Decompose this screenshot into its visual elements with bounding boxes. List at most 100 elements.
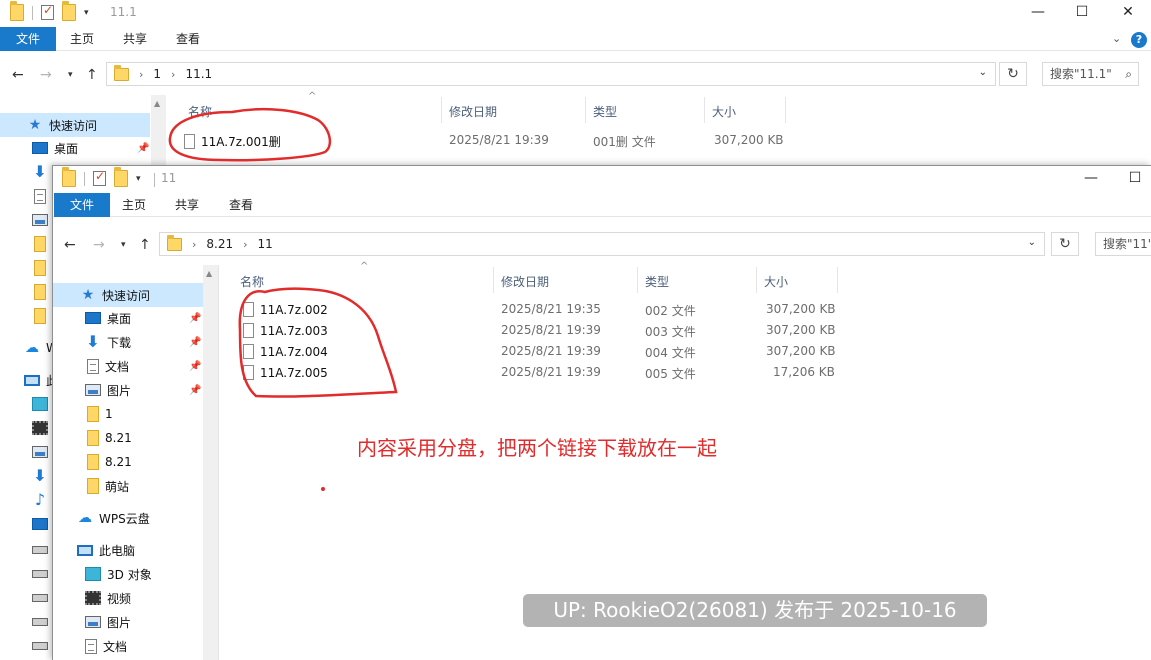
new-folder-icon[interactable]	[114, 167, 128, 187]
nav-pictures[interactable]	[32, 208, 48, 232]
nav-documents[interactable]: 文档	[85, 634, 127, 658]
chevron-down-icon[interactable]: ⌄	[1028, 237, 1036, 248]
tab-file[interactable]: 文件	[54, 193, 110, 217]
column-modified[interactable]: 修改日期	[501, 273, 549, 290]
tab-home[interactable]: 主页	[110, 193, 158, 217]
column-separator[interactable]	[756, 267, 757, 293]
close-button[interactable]: ✕	[1118, 3, 1138, 21]
recent-locations-icon[interactable]: ▾	[121, 240, 126, 250]
nav-downloads[interactable]: ⬇	[32, 160, 48, 184]
column-separator[interactable]	[837, 267, 838, 293]
customize-toolbar-icon[interactable]: ▾	[136, 174, 141, 184]
nav-drive[interactable]	[32, 632, 48, 656]
column-modified[interactable]: 修改日期	[449, 103, 497, 120]
minimize-button[interactable]: —	[1028, 3, 1048, 21]
customize-toolbar-icon[interactable]: ▾	[84, 8, 89, 18]
back-arrow-icon[interactable]: ←	[12, 67, 24, 83]
chevron-right-icon[interactable]: ›	[139, 68, 143, 81]
tab-file[interactable]: 文件	[0, 27, 56, 51]
nav-documents[interactable]: 文档	[87, 354, 129, 378]
column-name[interactable]: 名称	[188, 103, 212, 120]
file-row[interactable]: 11A.7z.001删 2025/8/21 19:39 001删 文件 307,…	[166, 130, 1151, 151]
column-type[interactable]: 类型	[593, 103, 617, 120]
forward-arrow-icon[interactable]: →	[40, 67, 52, 83]
column-size[interactable]: 大小	[712, 103, 736, 120]
tab-share[interactable]: 共享	[111, 27, 159, 51]
file-row[interactable]: 11A.7z.002 2025/8/21 19:35 002 文件 307,20…	[219, 299, 1151, 320]
recent-locations-icon[interactable]: ▾	[68, 70, 73, 80]
maximize-button[interactable]: ☐	[1125, 169, 1145, 187]
properties-icon[interactable]	[41, 3, 54, 20]
minimize-button[interactable]: —	[1081, 169, 1101, 187]
properties-icon[interactable]	[93, 169, 106, 186]
chevron-right-icon[interactable]: ›	[192, 238, 196, 251]
nav-scrollbar[interactable]: ▲	[203, 265, 218, 660]
column-separator[interactable]	[585, 97, 586, 123]
nav-pictures[interactable]	[32, 440, 48, 464]
up-arrow-icon[interactable]: ↑	[139, 237, 151, 253]
breadcrumb-item[interactable]: 11.1	[185, 67, 212, 81]
help-icon[interactable]: ?	[1131, 32, 1147, 48]
nav-pictures[interactable]: 图片	[85, 378, 131, 402]
pin-icon[interactable]: 📌	[189, 313, 201, 324]
pin-icon[interactable]: 📌	[137, 143, 149, 154]
nav-wps-cloud[interactable]: ☁ WPS云盘	[77, 506, 150, 530]
nav-downloads[interactable]: ⬇	[32, 464, 48, 488]
nav-folder[interactable]	[34, 304, 46, 328]
nav-documents[interactable]	[34, 184, 46, 208]
maximize-button[interactable]: ☐	[1072, 3, 1092, 21]
up-arrow-icon[interactable]: ↑	[86, 67, 98, 83]
chevron-right-icon[interactable]: ›	[243, 238, 247, 251]
refresh-button[interactable]: ↻	[1051, 232, 1079, 256]
tab-view[interactable]: 查看	[164, 27, 212, 51]
nav-drive[interactable]	[32, 608, 48, 632]
pin-icon[interactable]: 📌	[189, 361, 201, 372]
nav-folder-mengzhan[interactable]: 萌站	[87, 474, 129, 498]
search-input[interactable]: 搜索"11.1" ⌕	[1042, 62, 1139, 86]
tab-share[interactable]: 共享	[163, 193, 211, 217]
column-separator[interactable]	[637, 267, 638, 293]
nav-music[interactable]: ♪	[32, 488, 48, 512]
nav-drive[interactable]	[32, 584, 48, 608]
nav-folder[interactable]	[34, 280, 46, 304]
nav-3d-objects[interactable]: 3D 对象	[85, 562, 152, 586]
nav-quick-access[interactable]: ★ 快速访问	[53, 283, 203, 307]
column-size[interactable]: 大小	[764, 273, 788, 290]
pin-icon[interactable]: 📌	[189, 337, 201, 348]
scroll-up-icon[interactable]: ▲	[154, 99, 160, 108]
nav-folder-821[interactable]: 8.21	[87, 450, 132, 474]
ribbon-expand-icon[interactable]: ⌄	[1112, 32, 1121, 45]
back-arrow-icon[interactable]: ←	[64, 237, 76, 253]
nav-videos[interactable]	[32, 416, 48, 440]
chevron-right-icon[interactable]: ›	[171, 68, 175, 81]
nav-quick-access[interactable]: ★ 快速访问	[0, 113, 150, 137]
nav-3d-objects[interactable]	[32, 392, 48, 416]
nav-drive[interactable]	[32, 560, 48, 584]
nav-drive[interactable]	[32, 536, 48, 560]
column-separator[interactable]	[785, 97, 786, 123]
nav-folder[interactable]	[34, 232, 46, 256]
tab-home[interactable]: 主页	[58, 27, 106, 51]
nav-folder[interactable]	[34, 256, 46, 280]
address-bar[interactable]: › 8.21 › 11 ⌄	[159, 232, 1045, 256]
search-icon[interactable]: ⌕	[1125, 63, 1132, 85]
address-bar[interactable]: › 1 › 11.1 ⌄	[106, 62, 996, 86]
refresh-button[interactable]: ↻	[999, 62, 1027, 86]
nav-pictures[interactable]: 图片	[85, 610, 131, 634]
file-row[interactable]: 11A.7z.005 2025/8/21 19:39 005 文件 17,206…	[219, 362, 1151, 383]
column-type[interactable]: 类型	[645, 273, 669, 290]
nav-desktop[interactable]: 桌面	[85, 306, 131, 330]
column-separator[interactable]	[441, 97, 442, 123]
tab-view[interactable]: 查看	[217, 193, 265, 217]
breadcrumb-item[interactable]: 11	[258, 237, 273, 251]
new-folder-icon[interactable]	[62, 1, 76, 21]
breadcrumb-item[interactable]: 8.21	[206, 237, 233, 251]
file-row[interactable]: 11A.7z.004 2025/8/21 19:39 004 文件 307,20…	[219, 341, 1151, 362]
nav-videos[interactable]: 视频	[85, 586, 131, 610]
nav-downloads[interactable]: ⬇ 下载	[85, 330, 131, 354]
chevron-down-icon[interactable]: ⌄	[979, 67, 987, 78]
breadcrumb-item[interactable]: 1	[153, 67, 161, 81]
column-separator[interactable]	[704, 97, 705, 123]
nav-desktop[interactable]	[32, 512, 48, 536]
nav-folder-1[interactable]: 1	[87, 402, 113, 426]
